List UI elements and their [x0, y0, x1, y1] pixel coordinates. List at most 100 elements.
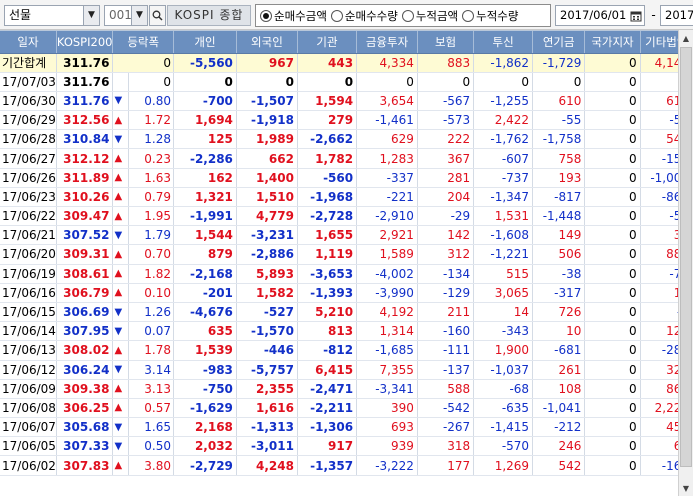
search-button[interactable]: [149, 5, 166, 26]
institution-cell: 813: [297, 321, 358, 342]
change-cell: 1.63: [128, 168, 174, 188]
column-header[interactable]: 연기금: [532, 31, 586, 54]
end-date-input[interactable]: 2017/06/30: [660, 5, 693, 26]
radio-option[interactable]: 순매수금액: [260, 8, 327, 24]
institution-cell: 1,782: [297, 148, 358, 169]
pension-cell: 542: [532, 455, 586, 476]
foreign-cell: 4,779: [236, 206, 298, 227]
column-header[interactable]: 일자: [0, 31, 57, 54]
radio-option[interactable]: 순매수수량: [330, 8, 398, 24]
institution-cell: 1,655: [297, 225, 358, 246]
radio-selected-icon[interactable]: [260, 9, 272, 22]
trust-cell: 2,422: [473, 110, 534, 131]
triangle-up-icon: ▲: [112, 340, 130, 361]
table-row[interactable]: 17/06/19 308.61 ▲ 1.82 -2,168 5,893 -3,653 -4,0…: [0, 264, 693, 284]
period-total-row[interactable]: 기간합계 311.76 0 -5,560 967 443 4,334 883 -1,862 -1,…: [0, 53, 693, 73]
scroll-up-icon[interactable]: ▲: [679, 30, 693, 46]
table-row[interactable]: 17/06/13 308.02 ▲ 1.78 1,539 -446 -812 -1,685 -1…: [0, 340, 693, 361]
table-row[interactable]: 17/06/05 307.33 ▼ 0.50 2,032 -3,011 917 939 318-…: [0, 436, 693, 457]
insurance-cell: 222: [417, 129, 475, 150]
state-cell: 0: [584, 168, 641, 188]
chevron-down-icon[interactable]: ▼: [131, 6, 147, 25]
kospi200-cell: 307.33: [56, 436, 114, 457]
kospi200-cell: 311.76: [56, 91, 114, 112]
chevron-down-icon[interactable]: ▼: [83, 6, 99, 25]
column-header[interactable]: 등락폭: [112, 31, 174, 54]
date-cell: 17/06/13: [0, 340, 57, 361]
triangle-down-icon: ▼: [112, 321, 130, 342]
state-cell: 0: [584, 360, 641, 380]
finance-cell: 4,192: [356, 302, 418, 323]
individual-cell: -2,729: [173, 455, 237, 476]
state-cell: 0: [584, 436, 641, 457]
triangle-down-icon: ▼: [112, 225, 130, 246]
insurance-cell: -567: [417, 91, 475, 112]
trust-cell: 1,269: [473, 455, 534, 476]
table-row[interactable]: 17/06/23 310.26 ▲ 0.79 1,321 1,510 -1,968 -221 2…: [0, 187, 693, 208]
foreign-cell: -3,011: [236, 436, 298, 457]
change-cell: 3.14: [128, 360, 174, 380]
vertical-scrollbar[interactable]: ▲ ▼: [678, 30, 693, 496]
market-select[interactable]: 선물 ▼: [4, 5, 100, 26]
finance-cell: 1,314: [356, 321, 418, 342]
scrollbar-thumb[interactable]: [680, 47, 692, 467]
table-row[interactable]: 17/06/12 306.24 ▼ 3.14 -983 -5,757 6,415 7,355-…: [0, 360, 693, 380]
column-header[interactable]: 외국인: [236, 31, 298, 54]
table-row[interactable]: 17/06/14 307.95 ▼ 0.07 635 -1,570 813 1,314 -160…: [0, 321, 693, 342]
trust-cell: -1,037: [473, 360, 534, 380]
pension-cell: 261: [532, 360, 586, 380]
table-row[interactable]: 17/06/29 312.56 ▲ 1.72 1,694 -1,918 279 -1,461-…: [0, 110, 693, 131]
trust-cell: 14: [473, 302, 534, 323]
institution-cell: 279: [297, 110, 358, 131]
trust-cell: -1,608: [473, 225, 534, 246]
column-header[interactable]: 보험: [417, 31, 475, 54]
scroll-down-icon[interactable]: ▼: [679, 480, 693, 496]
finance-cell: 629: [356, 129, 418, 150]
market-select-value: 선물: [9, 8, 32, 22]
table-row[interactable]: 17/06/26 311.89 ▲ 1.63 162 1,400 -560 -337 281 -7…: [0, 168, 693, 188]
radio-unselected-icon[interactable]: [330, 9, 343, 22]
change-cell: 1.82: [128, 264, 174, 284]
pension-cell: 10: [532, 321, 586, 342]
table-row[interactable]: 17/06/15 306.69 ▼ 1.26 -4,676 -527 5,210 4,192 2…: [0, 302, 693, 323]
table-row[interactable]: 17/06/07 305.68 ▼ 1.65 2,168 -1,313 -1,306 693-…: [0, 417, 693, 438]
individual-cell: -983: [173, 360, 237, 380]
pension-cell: -1,729: [532, 53, 586, 73]
date-cell: 17/06/27: [0, 148, 57, 169]
radio-unselected-icon[interactable]: [462, 9, 475, 22]
column-header[interactable]: KOSPI200: [56, 31, 114, 54]
triangle-down-icon: ▼: [112, 91, 130, 112]
calendar-icon[interactable]: [628, 6, 644, 25]
table-row[interactable]: 17/06/02 307.83 ▲ 3.80 -2,729 4,248 -1,357 -3,2…: [0, 455, 693, 476]
start-date-input[interactable]: 2017/06/01: [555, 5, 645, 26]
investor-trading-table: 일자 KOSPI200 등락폭 개인 외국인 기관 금융투자 보험 투신 연기금 국가지자 기타법인 …: [0, 30, 693, 496]
table-row[interactable]: 17/06/27 312.12 ▲ 0.23 -2,286 662 1,782 1,283 36…: [0, 148, 693, 169]
table-row[interactable]: 17/06/30 311.76 ▼ 0.80 -700 -1,507 1,594 3,654-…: [0, 91, 693, 112]
insurance-cell: -29: [417, 206, 475, 227]
finance-cell: -221: [356, 187, 418, 208]
foreign-cell: 1,510: [236, 187, 298, 208]
insurance-cell: -111: [417, 340, 475, 361]
table-row[interactable]: 17/06/20 309.31 ▲ 0.70 879 -2,886 1,119 1,589 31…: [0, 244, 693, 265]
change-cell: 0: [112, 53, 174, 73]
column-header[interactable]: 국가지자: [584, 31, 641, 54]
date-cell: 17/06/23: [0, 187, 57, 208]
table-row[interactable]: 17/06/09 309.38 ▲ 3.13 -750 2,355 -2,471 -3,341…: [0, 379, 693, 399]
radio-option[interactable]: 누적금액: [401, 8, 458, 24]
column-header[interactable]: 기관: [297, 31, 358, 54]
column-header[interactable]: 개인: [173, 31, 237, 54]
table-row[interactable]: 17/06/21 307.52 ▼ 1.79 1,544 -3,231 1,655 2,921…: [0, 225, 693, 246]
code-select[interactable]: 001 ▼: [104, 5, 148, 26]
table-row[interactable]: 17/06/22 309.47 ▲ 1.95 -1,991 4,779 -2,728 -2,9…: [0, 206, 693, 227]
column-header[interactable]: 금융투자: [356, 31, 418, 54]
table-row[interactable]: 17/06/08 306.25 ▲ 0.57 -1,629 1,616 -2,211 390-…: [0, 398, 693, 419]
date-range-separator: -: [651, 8, 656, 22]
radio-unselected-icon[interactable]: [401, 9, 414, 22]
table-row[interactable]: 17/06/28 310.84 ▼ 1.28 125 1,989 -2,662 629 222-…: [0, 129, 693, 150]
pension-cell: -38: [532, 264, 586, 284]
table-row[interactable]: 17/06/16 306.79 ▲ 0.10 -201 1,582 -1,393 -3,990…: [0, 283, 693, 303]
column-header[interactable]: 투신: [473, 31, 534, 54]
table-row[interactable]: 17/07/03311.760000000000: [0, 72, 693, 92]
radio-option[interactable]: 누적수량: [462, 8, 518, 24]
kospi200-cell: 307.83: [56, 455, 114, 476]
